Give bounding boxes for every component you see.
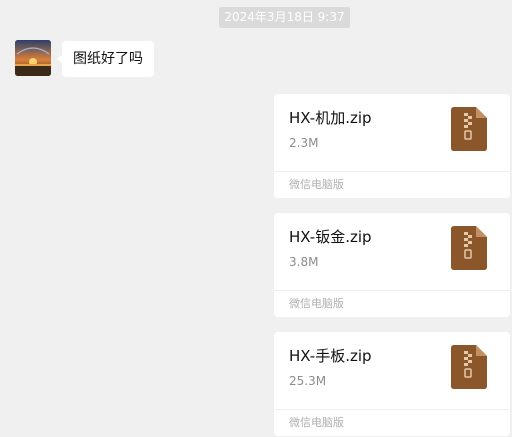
zip-file-icon [451, 226, 487, 270]
file-card[interactable]: HX-机加.zip 2.3M 微信电脑版 [274, 94, 510, 198]
contact-avatar[interactable] [15, 40, 51, 76]
sunset-avatar-icon [15, 40, 51, 76]
chat-timestamp: 2024年3月18日 9:37 [219, 7, 350, 28]
file-size: 2.3M [289, 136, 319, 150]
file-name: HX-机加.zip [289, 109, 372, 127]
card-divider [274, 171, 510, 172]
file-source-label: 微信电脑版 [289, 416, 344, 429]
file-size: 25.3M [289, 374, 327, 388]
message-text: 图纸好了吗 [73, 51, 143, 67]
file-source-label: 微信电脑版 [289, 178, 344, 191]
file-source-label: 微信电脑版 [289, 297, 344, 310]
message-bubble[interactable]: 图纸好了吗 [57, 41, 154, 77]
file-card[interactable]: HX-钣金.zip 3.8M 微信电脑版 [274, 213, 510, 317]
file-name: HX-钣金.zip [289, 228, 372, 246]
file-name: HX-手板.zip [289, 347, 372, 365]
file-card[interactable]: HX-手板.zip 25.3M 微信电脑版 [274, 332, 510, 436]
zip-file-icon [451, 345, 487, 389]
file-size: 3.8M [289, 255, 319, 269]
card-divider [274, 409, 510, 410]
card-divider [274, 290, 510, 291]
zip-file-icon [451, 107, 487, 151]
